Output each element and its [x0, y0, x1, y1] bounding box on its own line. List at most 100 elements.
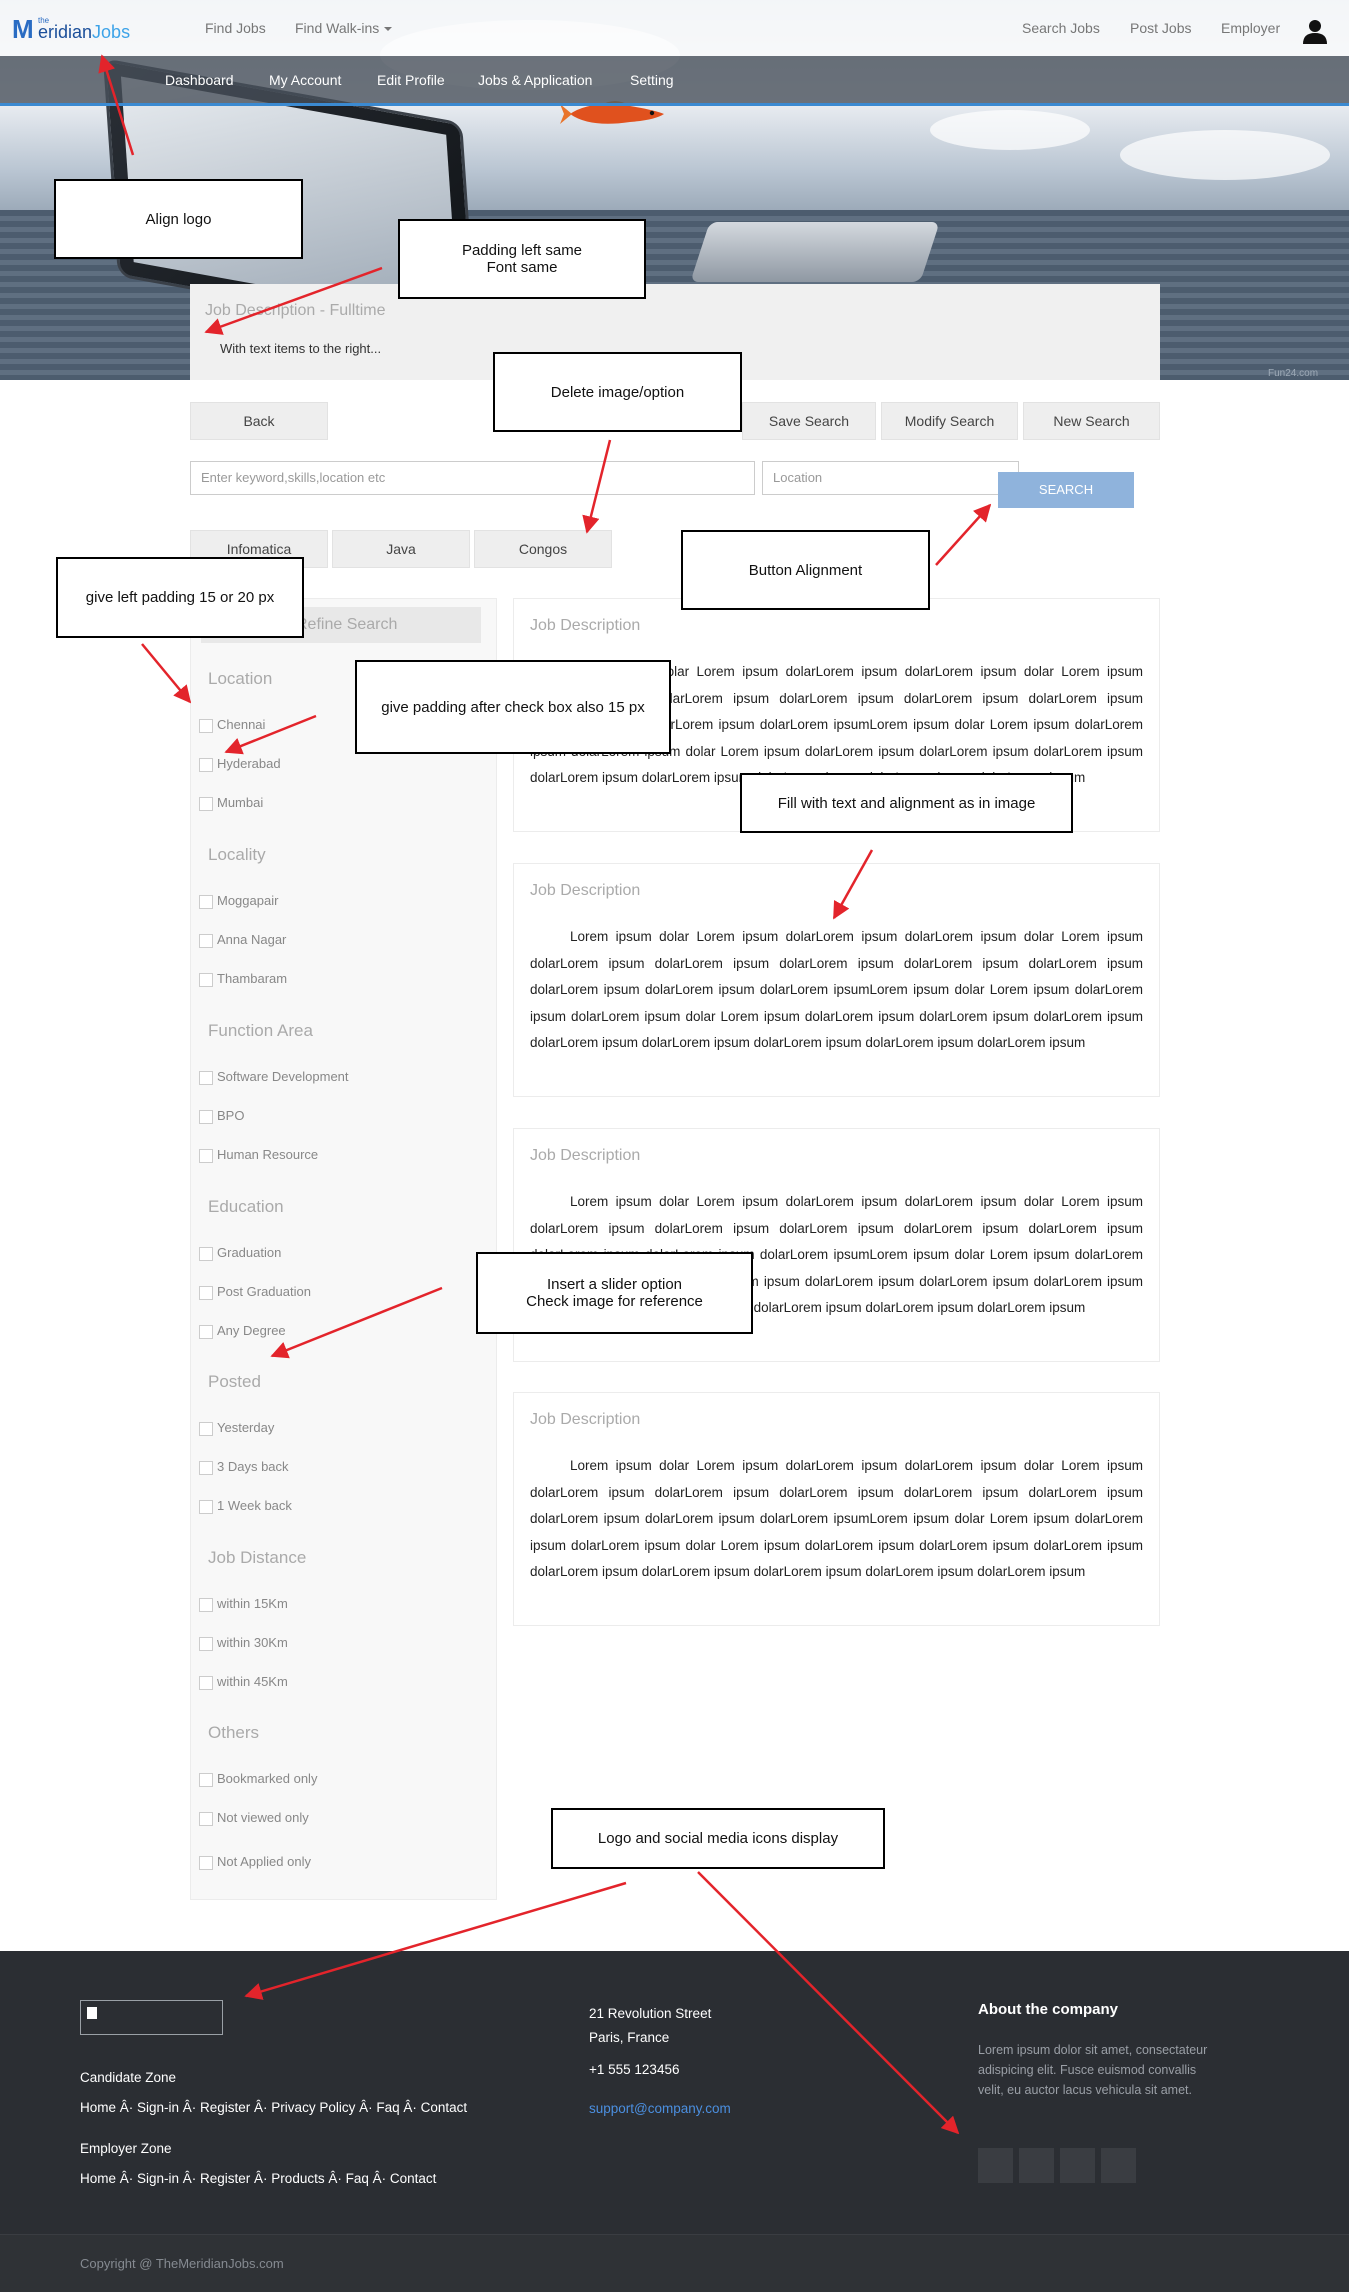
- employer-zone-links[interactable]: Home Â· Sign-in Â· Register Â· Products …: [80, 2171, 436, 2186]
- social-icon-placeholder[interactable]: [1101, 2148, 1136, 2183]
- checkbox-graduation[interactable]: [199, 1247, 213, 1261]
- subnav-edit-profile[interactable]: Edit Profile: [377, 72, 445, 88]
- search-button[interactable]: SEARCH: [998, 472, 1134, 508]
- filter-label: Any Degree: [217, 1323, 286, 1338]
- checkbox-bpo[interactable]: [199, 1110, 213, 1124]
- tag-java[interactable]: Java: [332, 530, 470, 568]
- checkbox-within-15km[interactable]: [199, 1598, 213, 1612]
- checkbox-post-graduation[interactable]: [199, 1286, 213, 1300]
- address-line-1: 21 Revolution Street: [589, 2006, 712, 2021]
- user-icon[interactable]: [1302, 18, 1328, 44]
- annotation-fill-text: Fill with text and alignment as in image: [740, 773, 1073, 833]
- checkbox-software-development[interactable]: [199, 1071, 213, 1085]
- top-navbar: M the eridianJobs Find Jobs Find Walk-in…: [0, 0, 1349, 56]
- chevron-down-icon: [384, 27, 393, 32]
- filter-heading-job-distance: Job Distance: [208, 1548, 307, 1567]
- job-card-title: Job Description: [530, 1411, 641, 1428]
- filter-label: Moggapair: [217, 893, 279, 908]
- checkbox-within-45km[interactable]: [199, 1676, 213, 1690]
- filter-label: Anna Nagar: [217, 932, 287, 947]
- tag-congos[interactable]: Congos: [474, 530, 612, 568]
- phone-illustration: [690, 222, 940, 282]
- checkbox-chennai[interactable]: [199, 719, 213, 733]
- checkbox-3-days-back[interactable]: [199, 1461, 213, 1475]
- filter-label: BPO: [217, 1108, 245, 1123]
- checkbox-bookmarked-only[interactable]: [199, 1773, 213, 1787]
- social-icon-placeholder[interactable]: [1019, 2148, 1054, 2183]
- job-card[interactable]: Job Description Lorem ipsum dolar Lorem …: [513, 1392, 1160, 1626]
- new-search-button[interactable]: New Search: [1023, 402, 1160, 440]
- job-card[interactable]: Job Description Lorem ipsum dolar Lorem …: [513, 863, 1160, 1097]
- checkbox-hyderabad[interactable]: [199, 758, 213, 772]
- nav-employer[interactable]: Employer: [1221, 20, 1280, 36]
- filter-label: Bookmarked only: [217, 1771, 318, 1786]
- checkbox-not-viewed-only[interactable]: [199, 1812, 213, 1826]
- filter-label: Software Development: [217, 1069, 349, 1084]
- checkbox-1-week-back[interactable]: [199, 1500, 213, 1514]
- secondary-navbar: Dashboard My Account Edit Profile Jobs &…: [0, 56, 1349, 106]
- subnav-setting[interactable]: Setting: [630, 72, 674, 88]
- back-button[interactable]: Back: [190, 402, 328, 440]
- filter-heading-others: Others: [208, 1723, 260, 1742]
- nav-post-jobs[interactable]: Post Jobs: [1130, 20, 1191, 36]
- social-icon-placeholder[interactable]: [1060, 2148, 1095, 2183]
- job-header-title: Job Description - Fulltime: [205, 302, 386, 319]
- annotation-padding-left: Padding left same Font same: [398, 219, 646, 299]
- filter-label: Mumbai: [217, 795, 264, 810]
- job-card-title: Job Description: [530, 1147, 641, 1164]
- filter-label: Hyderabad: [217, 756, 281, 771]
- filter-label: Thambaram: [217, 971, 288, 986]
- filter-label: within 30Km: [217, 1635, 288, 1650]
- arrow-button-alignment: [935, 503, 992, 566]
- checkbox-thambaram[interactable]: [199, 973, 213, 987]
- job-card-description: Lorem ipsum dolar Lorem ipsum dolarLorem…: [530, 1458, 1143, 1579]
- job-card-title: Job Description: [530, 617, 641, 634]
- filter-label: Not Applied only: [217, 1854, 311, 1869]
- checkbox-human-resource[interactable]: [199, 1149, 213, 1163]
- subnav-my-account[interactable]: My Account: [269, 72, 341, 88]
- nav-search-jobs[interactable]: Search Jobs: [1022, 20, 1100, 36]
- filter-label: Graduation: [217, 1245, 282, 1260]
- checkbox-mumbai[interactable]: [199, 797, 213, 811]
- checkbox-yesterday[interactable]: [199, 1422, 213, 1436]
- address-line-2: Paris, France: [589, 2030, 670, 2045]
- candidate-zone-links[interactable]: Home Â· Sign-in Â· Register Â· Privacy P…: [80, 2100, 467, 2115]
- refine-sidebar: Refine Search Location Chennai Hyderabad…: [190, 598, 497, 1900]
- checkbox-moggapair[interactable]: [199, 895, 213, 909]
- annotation-slider: Insert a slider option Check image for re…: [476, 1252, 753, 1334]
- subnav-jobs-application[interactable]: Jobs & Application: [478, 72, 592, 88]
- annotation-button-alignment: Button Alignment: [681, 530, 930, 610]
- job-header-subtitle: With text items to the right...: [220, 341, 382, 356]
- modify-search-button[interactable]: Modify Search: [881, 402, 1018, 440]
- checkbox-anna-nagar[interactable]: [199, 934, 213, 948]
- job-card-title: Job Description: [530, 882, 641, 899]
- about-text: Lorem ipsum dolor sit amet, consectateur…: [978, 2043, 1208, 2097]
- nav-find-walkins[interactable]: Find Walk-ins: [295, 20, 393, 36]
- site-logo[interactable]: M the eridianJobs: [12, 16, 177, 42]
- checkbox-within-30km[interactable]: [199, 1637, 213, 1651]
- annotation-left-padding: give left padding 15 or 20 px: [56, 557, 304, 638]
- social-icon-placeholder[interactable]: [978, 2148, 1013, 2183]
- filter-label: 3 Days back: [217, 1459, 289, 1474]
- support-email-link[interactable]: support@company.com: [589, 2101, 731, 2116]
- annotation-logo-social: Logo and social media icons display: [551, 1808, 885, 1869]
- job-card-description: Lorem ipsum dolar Lorem ipsum dolarLorem…: [530, 929, 1143, 1050]
- copyright-bar: Copyright @ TheMeridianJobs.com: [0, 2234, 1349, 2292]
- keyword-search-input[interactable]: Enter keyword,skills,location etc: [190, 461, 755, 495]
- checkbox-not-applied-only[interactable]: [199, 1856, 213, 1870]
- checkbox-any-degree[interactable]: [199, 1325, 213, 1339]
- filter-label: Yesterday: [217, 1420, 275, 1435]
- nav-find-jobs[interactable]: Find Jobs: [205, 20, 266, 36]
- employer-zone-heading: Employer Zone: [80, 2141, 172, 2156]
- save-search-button[interactable]: Save Search: [742, 402, 876, 440]
- filter-label: Human Resource: [217, 1147, 319, 1162]
- footer-logo-placeholder[interactable]: [80, 2000, 223, 2035]
- about-heading: About the company: [978, 2001, 1119, 2018]
- page: Fun24.com M the eridianJobs Find Jobs Fi…: [0, 0, 1349, 2292]
- filter-heading-locality: Locality: [208, 845, 266, 864]
- filter-label: Post Graduation: [217, 1284, 311, 1299]
- location-input[interactable]: Location: [762, 461, 1019, 495]
- watermark: Fun24.com: [1268, 368, 1319, 379]
- subnav-dashboard[interactable]: Dashboard: [165, 72, 234, 88]
- filter-heading-posted: Posted: [208, 1372, 261, 1391]
